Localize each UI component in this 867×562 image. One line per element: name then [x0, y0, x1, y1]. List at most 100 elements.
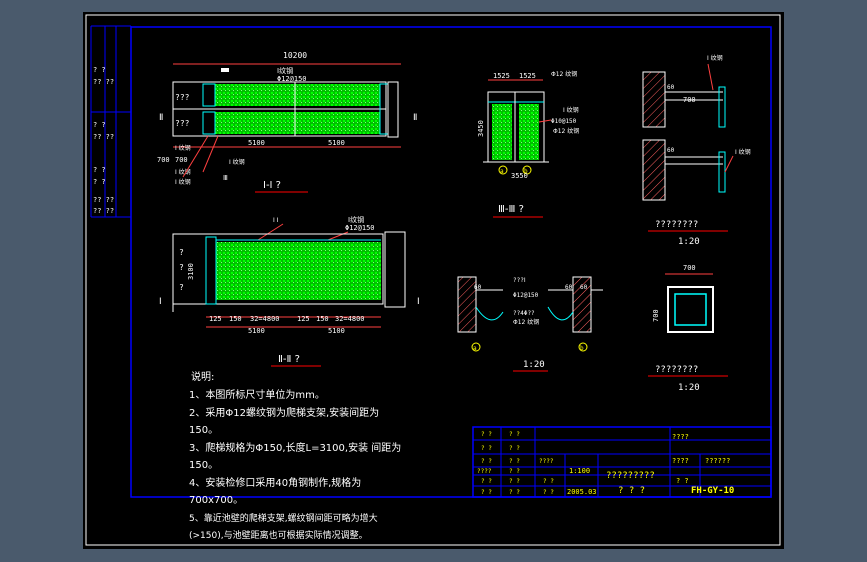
dim-right: 1525	[519, 72, 536, 80]
tb-label: ????	[672, 433, 689, 441]
detail-title: ????????	[655, 365, 698, 375]
side-note: Ⅰ 纹钢	[175, 178, 191, 186]
rebar-spec: Φ12@150	[345, 224, 375, 232]
strip-label: ?? ??	[93, 207, 114, 215]
hatch-frame-inner	[674, 293, 707, 326]
tb-label: ? ?	[509, 431, 520, 438]
scale-value: 1:100	[569, 467, 590, 475]
dim-d: 125	[297, 315, 310, 323]
detail-scale: 1:20	[678, 383, 700, 393]
dim-700: 700	[683, 96, 696, 104]
tb-label: ????	[539, 458, 554, 465]
section-1-plan: 10200 Ⅰ纹钢 Φ12@150 ??? ??? Ⅱ Ⅱ 5100 5100 …	[157, 51, 417, 193]
tb-label: ? ?	[509, 478, 520, 485]
strip-label: ?? ??	[93, 133, 114, 141]
title-block: ? ? ? ? ? ? ???? ? ? ? ? ? ? ? ? ? ? ? ?…	[472, 426, 772, 498]
label: Φ12 纹钢	[553, 127, 579, 135]
wall-hatch	[642, 71, 666, 128]
section-mark-left: Ⅰ	[159, 297, 162, 307]
side-note: Ⅰ 纹钢	[229, 158, 245, 166]
note-line: 700x700。	[189, 495, 243, 506]
overall-dim: 10200	[283, 51, 307, 60]
rebar: Φ12 纹钢	[513, 318, 539, 326]
cad-drawing: ? ? ?? ?? ? ? ?? ?? ? ? ? ? ?? ?? ?? ?? …	[85, 14, 781, 546]
dim-small-b: 700	[175, 156, 188, 164]
tb-label: ? ?	[509, 458, 520, 465]
section-mark-right: Ⅱ	[413, 113, 417, 123]
dim-60: 60	[667, 84, 675, 91]
marker	[221, 68, 229, 72]
dim-small-a: 700	[157, 156, 170, 164]
note-line: 150。	[189, 425, 218, 436]
tb-label: ????	[477, 468, 492, 475]
concrete-wall-right	[519, 104, 539, 160]
dim-60: 60	[580, 284, 588, 291]
dim-left: 1525	[493, 72, 510, 80]
label-bottom: ???	[175, 119, 190, 128]
detail-square: 700 700 ???????? 1:20	[648, 264, 728, 393]
concrete-panel-top	[215, 84, 380, 106]
section-mark-bottom: Ⅲ	[223, 174, 228, 182]
label: Ⅰ 纹钢	[735, 148, 751, 156]
dim-f: 32=4800	[335, 315, 365, 323]
side-note: Ⅰ 纹钢	[175, 144, 191, 152]
detail-title: ????????	[655, 220, 698, 230]
dim-60: 60	[474, 284, 482, 291]
concrete-panel-bottom	[215, 112, 380, 134]
left-strip: ? ? ?? ?? ? ? ?? ?? ? ? ? ? ?? ?? ?? ??	[90, 25, 132, 218]
section-3: 1525 1525 Φ12 纹钢 3450 Ⅰ 纹钢 Φ10@150 Φ12 纹…	[477, 70, 579, 218]
rebar-label: Ⅰ纹钢	[348, 215, 364, 224]
wall-hatch	[642, 139, 666, 201]
tb-label: ? ?	[509, 468, 520, 475]
height-dim: 3450	[477, 120, 485, 137]
left-q: ?	[179, 283, 184, 292]
tb-label: ? ?	[543, 478, 554, 485]
date-value: 2005.03	[567, 488, 597, 496]
label-top: ???	[175, 93, 190, 102]
bottom-dim: 3550	[511, 172, 528, 180]
dim-c: 32=4800	[250, 315, 280, 323]
left-q: ?	[179, 248, 184, 257]
tb-label: ????	[672, 457, 689, 465]
detail-scale: 1:20	[523, 360, 545, 370]
rebar-label: Ⅰ纹钢	[277, 66, 293, 75]
dim-right: 5100	[328, 139, 345, 147]
section-mark-right: Ⅰ	[417, 297, 420, 307]
tb-label: ? ?	[543, 489, 554, 496]
small-label: Ⅰ Ⅰ	[273, 217, 279, 224]
tb-label: ? ?	[481, 478, 492, 485]
section-title: Ⅱ-Ⅱ ?	[278, 354, 300, 365]
dim-e: 150	[316, 315, 329, 323]
note-line: 4、安装检修口采用40角钢制作,规格为	[189, 476, 361, 489]
left-q: ?	[179, 263, 184, 272]
drawing-subtitle: ? ? ?	[618, 486, 645, 496]
dim-60: 60	[667, 147, 675, 154]
note-line: 1、本图所标尺寸单位为mm。	[189, 388, 325, 401]
note-line: (>150),与池壁距离也可根据实际情况调整。	[189, 529, 368, 541]
dim-side: 700	[652, 309, 660, 322]
detail-middle: 60 a ???Ⅰ Φ12@150 ??4Φ?? Φ12 纹钢 60 60 b …	[457, 276, 603, 372]
drawing-sheet: ? ? ?? ?? ? ? ?? ?? ? ? ? ? ?? ?? ?? ?? …	[83, 12, 784, 549]
section-title: Ⅰ-Ⅰ ?	[263, 180, 281, 191]
drawing-number: FH-GY-10	[691, 486, 734, 496]
tb-label: ? ?	[481, 445, 492, 452]
tb-label: ? ?	[481, 489, 492, 496]
dim-a: 125	[209, 315, 222, 323]
section-mark-left: Ⅱ	[159, 113, 163, 123]
label: Ⅰ 纹钢	[563, 106, 579, 114]
axis-a: a	[500, 168, 504, 175]
strip-label: ? ?	[93, 66, 106, 74]
dim-left: 5100	[248, 139, 265, 147]
tb-label: ? ?	[509, 445, 520, 452]
label: Ⅰ 纹钢	[707, 54, 723, 62]
label: Φ10@150	[551, 118, 577, 125]
tb-label: ??????	[705, 457, 730, 465]
rebar: Φ12@150	[513, 292, 539, 299]
dim-right: 5100	[328, 327, 345, 335]
axis-a: a	[473, 345, 477, 352]
strip-label: ?? ??	[93, 78, 114, 86]
note-line: 2、采用Φ12螺纹钢为爬梯支架,安装间距为	[189, 406, 379, 419]
note-line: 3、爬梯规格为Φ150,长度L=3100,安装 间距为	[189, 441, 401, 454]
tb-label: ? ?	[676, 477, 689, 485]
note-line: 5、靠近池壁的爬梯支架,螺纹钢间距可略为增大	[189, 512, 378, 524]
